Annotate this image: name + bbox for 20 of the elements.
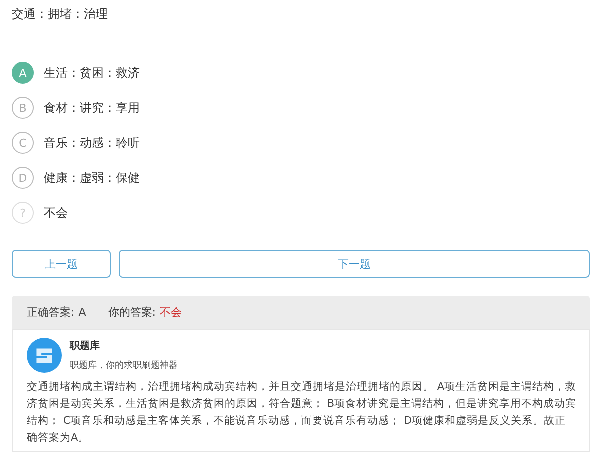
option-marker[interactable]: C [12,132,34,154]
next-button[interactable]: 下一题 [119,250,590,278]
explanation-text: 交通拥堵构成主谓结构，治理拥堵构成动宾结构，并且交通拥堵是治理拥堵的原因。 A项生活贫困是主谓结构，救济贫困是动宾关系，生活贫困是救济贫困的原因，符合题意； B项食材讲究是主谓结构，但是讲究享用不构成动宾结构； C项音乐和动感是主客体关系，不能说音乐动感，而要说音乐有动感； D项健康和虚弱是反义关系。故正确答案为A。 [27,380,577,446]
option-marker[interactable]: D [12,167,34,189]
option-text[interactable]: 不会 [44,204,68,222]
logo-icon [27,338,62,373]
your-answer-label: 你的答案: [108,305,156,320]
option-text[interactable]: 音乐：动感：聆听 [44,134,140,152]
option-text[interactable]: 食材：讲究：享用 [44,100,140,116]
option-text[interactable]: 健康：虚弱：保健 [44,170,140,186]
source-tagline: 职题库，你的求职刷题神器 [70,360,178,372]
option-marker[interactable]: A [12,62,34,84]
option-text[interactable]: 生活：贫困：救济 [44,64,140,82]
option-marker[interactable]: B [12,97,34,119]
correct-answer: A [78,306,86,319]
previous-button[interactable]: 上一题 [12,250,111,278]
question-text: 交通：拥堵：治理 [12,6,109,22]
correct-answer-label: 正确答案: [27,305,75,320]
source-name: 职题库 [70,339,101,353]
your-answer: 不会 [160,305,182,320]
